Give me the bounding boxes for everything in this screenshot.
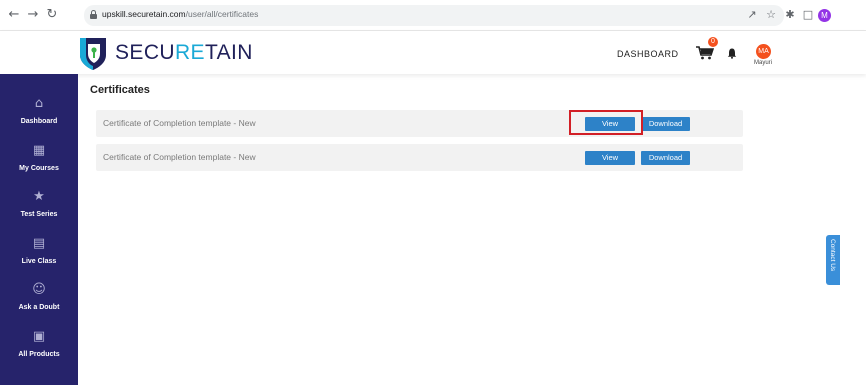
- browser-toolbar: ← → ↻ upskill.securetain.com/user/all/ce…: [0, 0, 866, 31]
- sidebar-item-label: My Courses: [19, 165, 59, 172]
- back-arrow-icon[interactable]: ←: [6, 7, 22, 23]
- view-button[interactable]: View: [585, 151, 635, 165]
- user-name: Mayuri: [754, 60, 773, 66]
- download-button[interactable]: Download: [641, 117, 690, 131]
- home-icon: ⌂: [34, 96, 44, 111]
- sidebar: ⌂ Dashboard ▦ My Courses ★ Test Series ▤…: [0, 74, 78, 385]
- sidebar-item-dashboard[interactable]: ⌂ Dashboard: [0, 96, 78, 140]
- view-button-highlight: [569, 110, 643, 135]
- box-icon: ▣: [32, 329, 46, 344]
- test-series-icon: ★: [33, 189, 45, 204]
- extensions-icon[interactable]: ✱: [783, 8, 797, 22]
- sidebar-item-label: Ask a Doubt: [18, 304, 60, 311]
- forward-arrow-icon[interactable]: →: [25, 7, 41, 23]
- contact-us-tab[interactable]: Contact Us: [826, 235, 840, 285]
- certificate-row: Certificate of Completion template - New…: [96, 144, 743, 171]
- certificate-row: Certificate of Completion template - New…: [96, 110, 743, 137]
- courses-icon: ▦: [32, 143, 46, 158]
- url-text: upskill.securetain.com/user/all/certific…: [102, 9, 259, 19]
- bell-icon[interactable]: [727, 48, 737, 59]
- lock-icon: [90, 10, 97, 19]
- contact-us-label: Contact Us: [829, 239, 836, 272]
- sidebar-item-ask-a-doubt[interactable]: ☺ Ask a Doubt: [0, 282, 78, 326]
- share-icon[interactable]: ↗: [745, 8, 759, 22]
- cart-count-badge: 0: [708, 37, 718, 47]
- download-button[interactable]: Download: [641, 151, 690, 165]
- bookmark-star-icon[interactable]: ☆: [764, 8, 778, 22]
- reload-icon[interactable]: ↻: [44, 7, 60, 23]
- cart-icon[interactable]: [696, 46, 714, 60]
- sidebar-item-label: Dashboard: [20, 118, 58, 125]
- monitor-icon: ▤: [32, 236, 46, 251]
- address-bar[interactable]: upskill.securetain.com/user/all/certific…: [84, 5, 784, 26]
- sidebar-item-test-series[interactable]: ★ Test Series: [0, 189, 78, 233]
- user-avatar[interactable]: MA: [756, 44, 771, 59]
- sidebar-item-live-class[interactable]: ▤ Live Class: [0, 236, 78, 280]
- side-panel-icon[interactable]: □: [801, 8, 815, 22]
- sidebar-item-all-products[interactable]: ▣ All Products: [0, 329, 78, 373]
- sidebar-item-label: Test Series: [20, 211, 58, 218]
- profile-avatar[interactable]: M: [818, 9, 831, 22]
- securetain-logo[interactable]: SECURETAIN: [78, 34, 253, 72]
- app-header: SECURETAIN DASHBOARD 0 MA Mayuri: [0, 31, 866, 74]
- shield-logo-icon: [80, 38, 106, 70]
- logo-wordmark: SECURETAIN: [115, 41, 253, 64]
- certificate-name: Certificate of Completion template - New: [103, 152, 256, 162]
- sidebar-item-label: Live Class: [21, 258, 57, 265]
- sidebar-item-my-courses[interactable]: ▦ My Courses: [0, 143, 78, 187]
- sidebar-item-label: All Products: [18, 351, 60, 358]
- page-title: Certificates: [90, 84, 150, 96]
- dashboard-link[interactable]: DASHBOARD: [617, 49, 679, 59]
- certificate-name: Certificate of Completion template - New: [103, 118, 256, 128]
- group-icon: ☺: [32, 282, 46, 297]
